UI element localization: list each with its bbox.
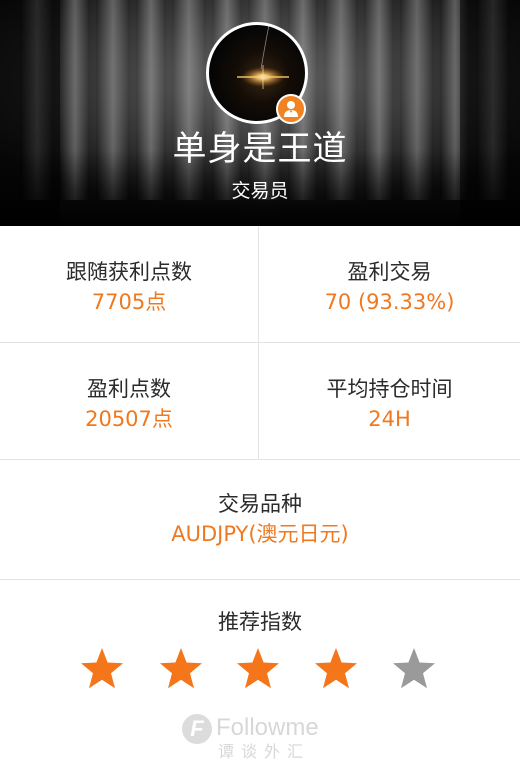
stat-follow-profit-points: 跟随获利点数 7705点: [0, 226, 259, 342]
star-filled-icon: [81, 648, 123, 689]
followme-watermark: F Followme 谭谈外汇: [180, 710, 340, 766]
stat-value: 20507点: [85, 407, 173, 431]
watermark-brand: Followme: [216, 714, 319, 741]
stat-label: 盈利点数: [87, 377, 171, 401]
stat-value: 7705点: [91, 290, 167, 314]
stat-label: 盈利交易: [347, 260, 432, 284]
stat-value: AUDJPY(澳元日元): [171, 522, 349, 546]
stat-instrument: 交易品种 AUDJPY(澳元日元): [0, 460, 520, 579]
star-filled-icon: [237, 648, 279, 689]
stat-avg-hold-time: 平均持仓时间 24H: [259, 343, 520, 459]
trader-badge: [276, 94, 306, 124]
stat-value: 70 (93.33%): [324, 290, 455, 314]
stat-label: 平均持仓时间: [326, 377, 453, 401]
profile-header: 单身是王道 交易员: [0, 0, 520, 226]
stats-row: 跟随获利点数 7705点 盈利交易 70 (93.33%): [0, 226, 520, 343]
stats-row: 交易品种 AUDJPY(澳元日元): [0, 460, 520, 580]
stat-label: 跟随获利点数: [66, 260, 192, 284]
stat-profitable-trades: 盈利交易 70 (93.33%): [259, 226, 520, 342]
trader-profile-page: 单身是王道 交易员 跟随获利点数 7705点 盈利交易 70 (93.33%) …: [0, 0, 520, 780]
avatar[interactable]: [206, 22, 308, 124]
stat-profit-points: 盈利点数 20507点: [0, 343, 259, 459]
rating-title: 推荐指数: [218, 610, 302, 634]
person-icon: [284, 101, 298, 117]
rating-stars: [0, 646, 520, 694]
logo-letter: F: [190, 716, 204, 741]
trader-role: 交易员: [231, 180, 289, 202]
trader-name: 单身是王道: [172, 129, 348, 169]
stat-label: 交易品种: [218, 492, 302, 516]
stat-value: 24H: [368, 407, 411, 431]
stats-row: 盈利点数 20507点 平均持仓时间 24H: [0, 343, 520, 460]
star-empty-icon: [393, 648, 435, 689]
followme-logo-icon: F: [182, 714, 212, 744]
star-filled-icon: [160, 648, 202, 689]
star-filled-icon: [315, 648, 357, 689]
watermark-subtitle: 谭谈外汇: [218, 742, 311, 761]
